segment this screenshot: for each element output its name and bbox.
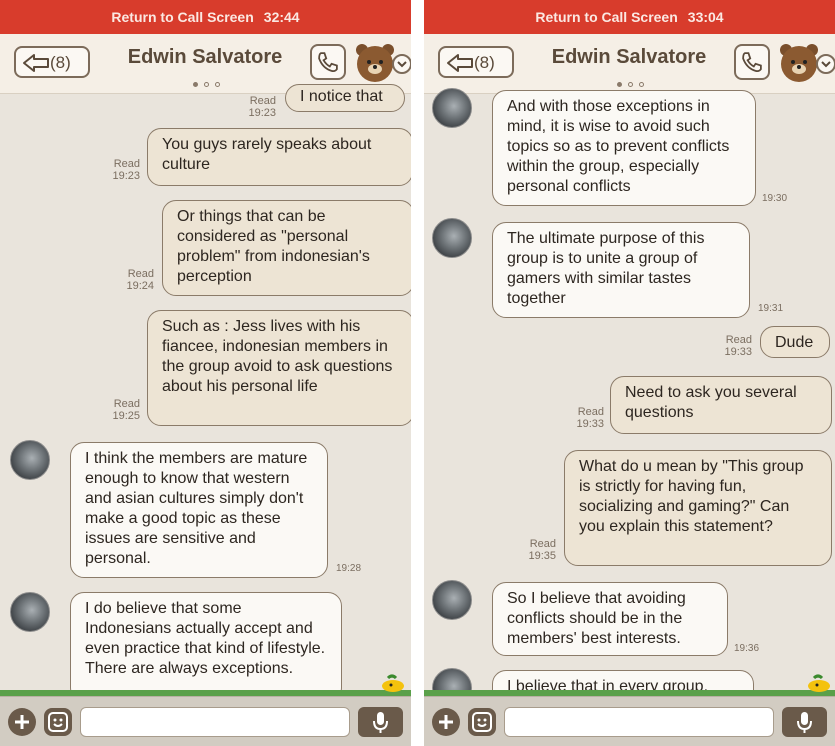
chick-sticker-icon — [382, 674, 404, 692]
received-message[interactable]: And with those exceptions in mind, it is… — [492, 90, 756, 206]
voice-button[interactable] — [358, 707, 403, 737]
message-time: 19:36 — [734, 643, 760, 654]
sent-message[interactable]: Such as : Jess lives with his fiancee, i… — [147, 310, 411, 426]
read-receipt: Read 19:24 — [126, 268, 154, 292]
chick-sticker-icon — [808, 674, 830, 692]
chevron-down-icon — [821, 61, 831, 68]
plus-icon — [15, 715, 29, 729]
contact-avatar[interactable] — [432, 218, 472, 258]
return-to-call-bar[interactable]: Return to Call Screen 32:44 — [0, 0, 411, 34]
read-receipt: Read 19:33 — [576, 406, 604, 430]
return-to-call-bar[interactable]: Return to Call Screen 33:04 — [424, 0, 835, 34]
unread-count: (8) — [50, 53, 71, 72]
message-text: I do believe that some Indonesians actua… — [85, 600, 326, 677]
call-timer: 32:44 — [263, 9, 300, 25]
microphone-icon — [797, 712, 812, 733]
page-indicator — [190, 74, 230, 87]
call-button[interactable] — [734, 44, 770, 80]
received-message[interactable]: So I believe that avoiding conflicts sho… — [492, 582, 728, 656]
contact-avatar[interactable] — [432, 580, 472, 620]
message-input-bar — [0, 696, 411, 746]
contact-name[interactable]: Edwin Salvatore — [110, 46, 300, 69]
plus-button[interactable] — [8, 708, 36, 736]
call-timer: 33:04 — [687, 9, 724, 25]
message-input-bar — [424, 696, 835, 746]
chat-panel-right: Return to Call Screen 33:04 (8) Edwin Sal… — [424, 0, 835, 746]
message-input[interactable] — [504, 707, 774, 737]
return-to-call-label: Return to Call Screen — [535, 9, 678, 25]
sent-message[interactable]: Dude — [760, 326, 830, 358]
read-receipt: Read 19:23 — [112, 158, 140, 182]
emoji-icon — [48, 712, 68, 732]
contact-avatar[interactable] — [10, 592, 50, 632]
menu-toggle[interactable] — [816, 54, 835, 74]
message-text: So I believe that avoiding conflicts sho… — [507, 590, 686, 647]
received-message[interactable]: The ultimate purpose of this group is to… — [492, 222, 750, 318]
message-text: I notice that — [300, 88, 383, 105]
unread-count: (8) — [474, 53, 495, 72]
call-button[interactable] — [310, 44, 346, 80]
contact-avatar[interactable] — [10, 440, 50, 480]
sent-message[interactable]: What do u mean by "This group is strictl… — [564, 450, 832, 566]
phone-icon — [742, 52, 762, 72]
bear-avatar-icon[interactable] — [778, 42, 820, 84]
return-to-call-label: Return to Call Screen — [111, 9, 254, 25]
phone-icon — [318, 52, 338, 72]
message-time: 19:28 — [336, 563, 362, 574]
received-message[interactable]: I do believe that some Indonesians actua… — [70, 592, 342, 702]
message-text: Need to ask you several questions — [625, 384, 797, 421]
read-receipt: Read 19:35 — [528, 538, 556, 562]
emoji-icon — [472, 712, 492, 732]
sent-message[interactable]: You guys rarely speaks about culture — [147, 128, 411, 186]
page-indicator — [614, 74, 654, 87]
message-text: Or things that can be considered as "per… — [177, 208, 370, 285]
message-text: Such as : Jess lives with his fiancee, i… — [162, 318, 393, 395]
message-text: And with those exceptions in mind, it is… — [507, 98, 730, 195]
read-receipt: Read 19:23 — [248, 95, 276, 119]
message-input[interactable] — [80, 707, 350, 737]
back-button[interactable]: (8) — [438, 46, 514, 78]
message-text: Dude — [775, 334, 814, 351]
read-receipt: Read 19:25 — [112, 398, 140, 422]
message-time: 19:30 — [762, 193, 788, 204]
menu-toggle[interactable] — [392, 54, 411, 74]
received-message[interactable]: I think the members are mature enough to… — [70, 442, 328, 578]
message-text: The ultimate purpose of this group is to… — [507, 230, 705, 307]
sent-message[interactable]: Need to ask you several questions — [610, 376, 832, 434]
contact-avatar[interactable] — [432, 88, 472, 128]
chat-header: (8) Edwin Salvatore — [424, 34, 835, 94]
message-text: You guys rarely speaks about culture — [162, 136, 372, 173]
plus-icon — [439, 715, 453, 729]
message-text: I think the members are mature enough to… — [85, 450, 308, 567]
sent-message[interactable]: Or things that can be considered as "per… — [162, 200, 411, 296]
chevron-down-icon — [397, 61, 407, 68]
back-arrow-icon — [447, 54, 473, 72]
emoji-button[interactable] — [44, 708, 72, 736]
bear-avatar-icon[interactable] — [354, 42, 396, 84]
contact-name[interactable]: Edwin Salvatore — [534, 46, 724, 69]
read-receipt: Read 19:33 — [724, 334, 752, 358]
chat-panel-left: Return to Call Screen 32:44 (8) Edwin Sal… — [0, 0, 411, 746]
microphone-icon — [373, 712, 388, 733]
message-time: 19:31 — [758, 303, 784, 314]
voice-button[interactable] — [782, 707, 827, 737]
sent-message[interactable]: I notice that — [285, 84, 405, 112]
message-text: What do u mean by "This group is strictl… — [579, 458, 804, 535]
plus-button[interactable] — [432, 708, 460, 736]
back-button[interactable]: (8) — [14, 46, 90, 78]
emoji-button[interactable] — [468, 708, 496, 736]
back-arrow-icon — [23, 54, 49, 72]
